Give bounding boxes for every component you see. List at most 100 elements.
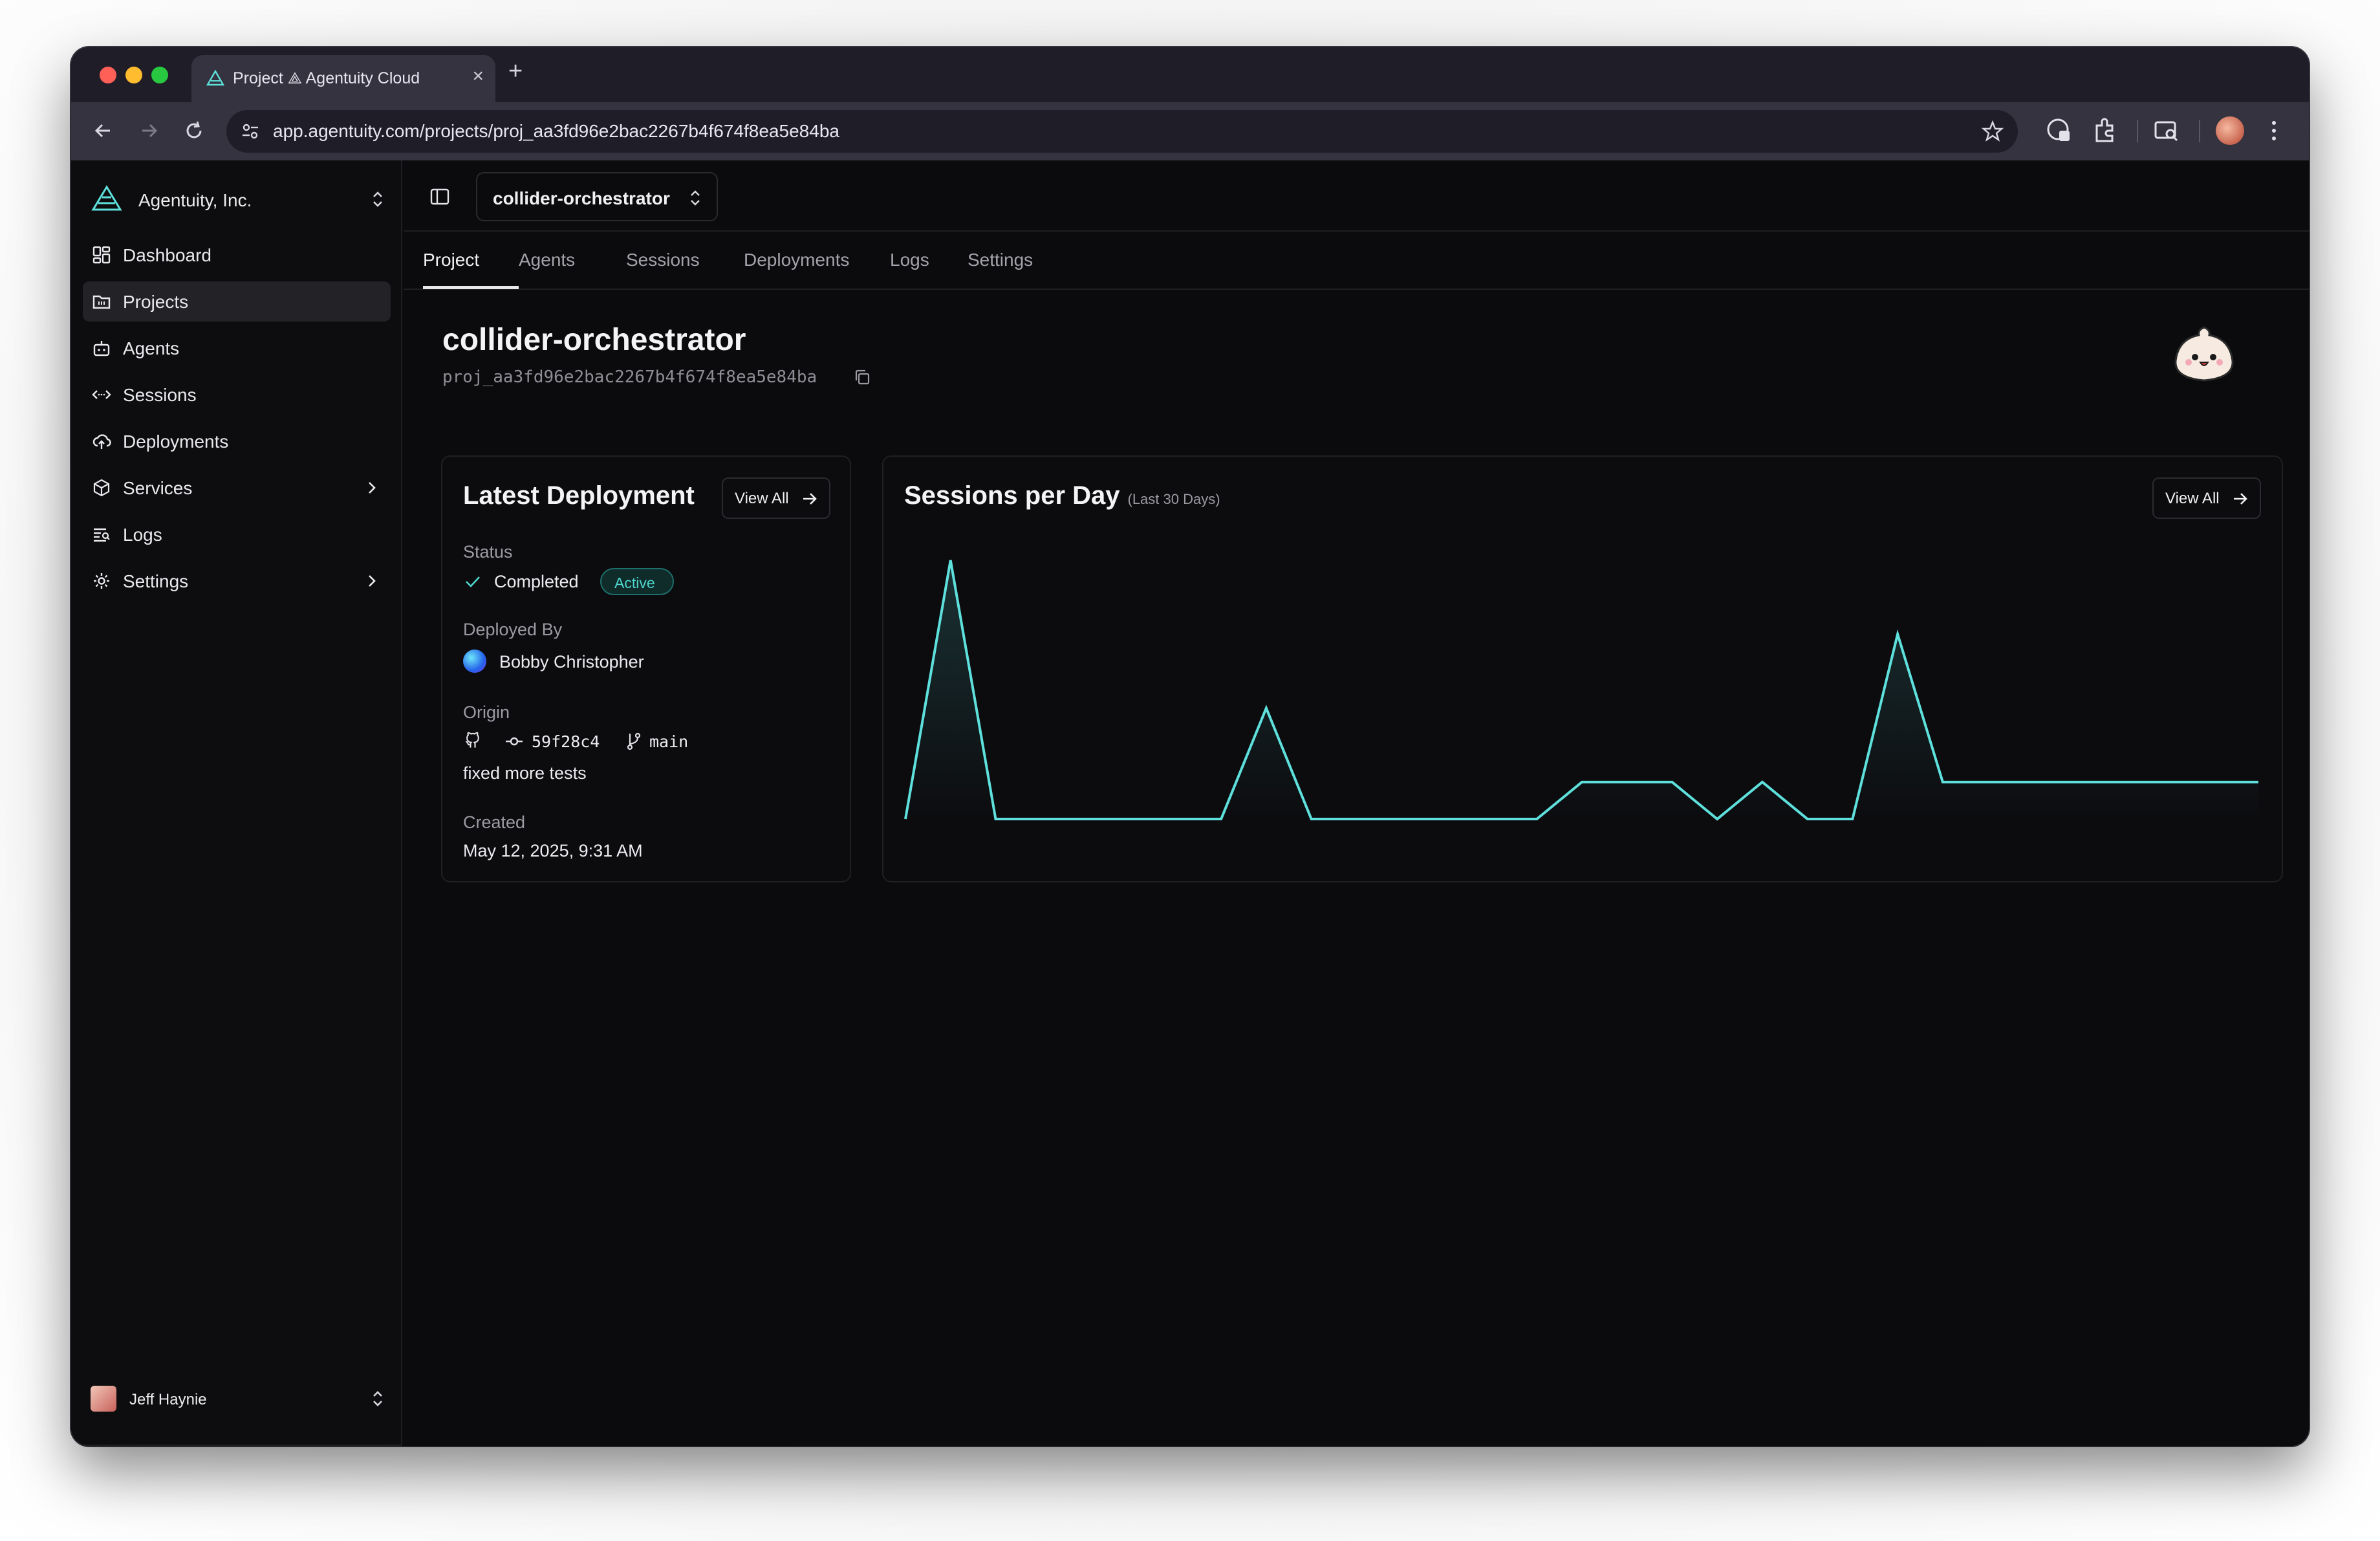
tab-logs[interactable]: Logs: [890, 250, 929, 270]
commit-message: fixed more tests: [463, 763, 587, 783]
bun-mascot-icon: [2174, 326, 2234, 382]
status-badge: Active: [600, 568, 674, 595]
minimize-window-button[interactable]: [125, 67, 142, 83]
tab-sessions[interactable]: Sessions: [626, 250, 700, 270]
chart-area-fill: [905, 560, 2258, 819]
chevron-up-down-icon: [373, 191, 382, 207]
sidebar-item-logs[interactable]: Logs: [83, 514, 391, 554]
copy-icon[interactable]: [852, 367, 872, 387]
button-label: View All: [2165, 490, 2220, 507]
card-title: Latest Deployment: [463, 481, 695, 510]
sidebar-item-label: Settings: [123, 571, 189, 591]
sessions-chart: [904, 560, 2258, 821]
maximize-window-button[interactable]: [151, 67, 168, 83]
status-label: Status: [463, 542, 513, 562]
tab-strip: Project ⟁ Agentuity Cloud × +: [71, 47, 2309, 102]
gear-icon: [94, 573, 109, 589]
tab-title: Project ⟁ Agentuity Cloud: [233, 69, 420, 87]
chart-series-line: [904, 560, 2258, 821]
package-icon: [93, 479, 110, 497]
browser-tab[interactable]: Project ⟁ Agentuity Cloud ×: [191, 55, 495, 102]
bookmark-star-icon[interactable]: [1982, 120, 2004, 142]
profile-avatar[interactable]: [2216, 116, 2244, 145]
sidebar-item-label: Logs: [123, 525, 162, 545]
cloud-upload-icon: [92, 434, 111, 449]
sessions-per-day-card: Sessions per Day (Last 30 Days) View All: [882, 455, 2283, 882]
origin-label: Origin: [463, 703, 510, 722]
sidebar-item-deployments[interactable]: Deployments: [83, 421, 391, 461]
sidebar-item-projects[interactable]: Projects: [83, 281, 391, 322]
sidebar-item-settings[interactable]: Settings: [83, 561, 391, 601]
git-branch-icon: [627, 732, 641, 750]
created-label: Created: [463, 813, 526, 832]
org-name: Agentuity, Inc.: [138, 190, 252, 210]
status-badge-label: Active: [614, 574, 655, 591]
github-icon: [465, 732, 479, 748]
forward-icon[interactable]: [136, 118, 162, 144]
toolbar-divider: [2199, 120, 2200, 142]
agentuity-logo-icon: [91, 185, 122, 211]
project-tabs: Project Agents Sessions Deployments Logs…: [404, 233, 2309, 290]
tab-project[interactable]: Project: [423, 250, 479, 270]
chart-title: Sessions per Day: [904, 481, 1120, 510]
sidebar-item-label: Agents: [123, 338, 180, 358]
sidebar-item-label: Deployments: [123, 432, 229, 452]
toolbar-divider: [2137, 120, 2138, 142]
sidebar-item-label: Dashboard: [123, 245, 211, 265]
sidebar-item-label: Services: [123, 478, 193, 498]
sessions-view-all-button[interactable]: View All: [2152, 477, 2261, 519]
deployed-by-label: Deployed By: [463, 620, 563, 639]
cast-search-icon[interactable]: [2152, 116, 2181, 145]
sidebar-toggle-icon[interactable]: [429, 186, 450, 207]
reload-icon[interactable]: [181, 118, 207, 144]
close-tab-icon[interactable]: ×: [472, 65, 484, 87]
sidebar: Agentuity, Inc. Dashboard Projects Agent…: [71, 160, 402, 1446]
extensions-icon[interactable]: [2092, 116, 2120, 145]
sidebar-item-services[interactable]: Services: [83, 468, 391, 508]
project-id: proj_aa3fd96e2bac2267b4f674f8ea5e84ba: [442, 367, 817, 387]
git-commit-icon: [506, 737, 523, 746]
tab-settings[interactable]: Settings: [968, 250, 1033, 270]
address-bar[interactable]: app.agentuity.com/projects/proj_aa3fd96e…: [226, 110, 2018, 153]
more-menu-icon[interactable]: [2260, 116, 2288, 145]
tab-agents[interactable]: Agents: [519, 250, 575, 270]
dashboard-icon: [92, 246, 111, 264]
sidebar-item-label: Sessions: [123, 385, 197, 405]
branch-name: main: [649, 732, 689, 751]
active-tab-indicator: [423, 286, 519, 289]
logs-icon: [94, 528, 110, 542]
project-selector-label: collider-orchestrator: [493, 188, 670, 208]
back-icon[interactable]: [91, 118, 116, 144]
sidebar-item-sessions[interactable]: Sessions: [83, 375, 391, 415]
card-title: Sessions per Day (Last 30 Days): [904, 481, 1220, 510]
close-window-button[interactable]: [100, 67, 116, 83]
url-text: app.agentuity.com/projects/proj_aa3fd96e…: [273, 121, 839, 141]
new-tab-button[interactable]: +: [508, 58, 523, 85]
site-settings-icon[interactable]: [241, 122, 260, 141]
deployed-by-value: Bobby Christopher: [499, 652, 644, 672]
user-avatar: [91, 1386, 116, 1412]
button-label: View All: [735, 490, 789, 507]
app-root: Agentuity, Inc. Dashboard Projects Agent…: [71, 160, 2309, 1446]
status-value: Completed: [494, 572, 579, 591]
tab-deployments[interactable]: Deployments: [744, 250, 849, 270]
robot-icon: [93, 341, 110, 356]
sidebar-item-agents[interactable]: Agents: [83, 328, 391, 368]
sessions-icon: [92, 390, 111, 399]
main-content: collider-orchestrator proj_aa3fd96e2bac2…: [404, 291, 2309, 1446]
deployments-view-all-button[interactable]: View All: [722, 477, 830, 519]
sidebar-footer-divider: [71, 1445, 401, 1446]
project-selector[interactable]: collider-orchestrator: [476, 172, 718, 221]
chevron-up-down-icon: [373, 1391, 382, 1406]
user-menu[interactable]: Jeff Haynie: [91, 1383, 388, 1418]
check-icon: [466, 576, 480, 587]
translate-icon[interactable]: [2045, 116, 2073, 145]
commit-hash[interactable]: 59f28c4: [532, 732, 600, 751]
chart-subtitle: (Last 30 Days): [1127, 491, 1220, 507]
chevron-right-icon: [369, 482, 376, 494]
org-switcher[interactable]: Agentuity, Inc.: [91, 180, 388, 219]
arrow-right-icon: [803, 493, 817, 505]
browser-toolbar: app.agentuity.com/projects/proj_aa3fd96e…: [71, 102, 2309, 160]
created-value: May 12, 2025, 9:31 AM: [463, 841, 643, 860]
sidebar-item-dashboard[interactable]: Dashboard: [83, 235, 391, 275]
